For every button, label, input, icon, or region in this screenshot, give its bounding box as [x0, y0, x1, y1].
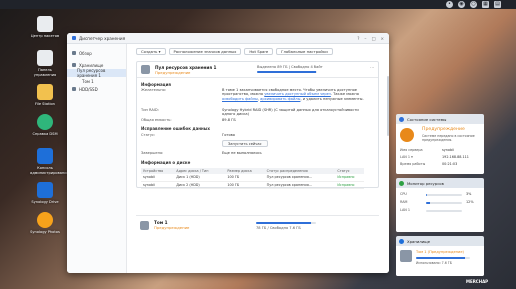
desktop-icon-drive[interactable]: Synology Drive: [30, 182, 60, 205]
desktop-icon-control-panel[interactable]: Панель управления: [30, 50, 60, 77]
storage-pool-card: Пул ресурсов хранения 1 Предупреждение В…: [136, 61, 379, 189]
volume-status: Предупреждение: [154, 225, 190, 230]
close-button[interactable]: ×: [380, 36, 384, 41]
desktop-icon-file-station[interactable]: File Station: [30, 84, 60, 107]
volume-icon: [400, 250, 412, 262]
desktop-icon-photos[interactable]: Synology Photos: [30, 212, 60, 235]
expand-link[interactable]: увеличить доступный объем через: [264, 92, 331, 96]
drive-icon: [37, 182, 53, 198]
volume-card[interactable]: Том 1 Предупреждение 78 ГБ / Свободно 7.…: [136, 215, 379, 234]
desktop-icon-package-center[interactable]: Центр пакетов: [30, 16, 60, 39]
free-files-link[interactable]: освободить файлы: [222, 97, 258, 101]
sidebar-item-storage-pool[interactable]: Пул ресурсов хранения 1: [67, 68, 126, 78]
table-row[interactable]: synobii Диск 2 (HDD) 100 ГБ Пул ресурсов…: [141, 181, 364, 189]
disk-section-title: Информация о диске: [141, 160, 191, 165]
repair-section-title: Исправление ошибок данных: [141, 126, 210, 131]
capacity-label: Общая емкость:: [141, 118, 172, 122]
window-title: Диспетчер хранения: [79, 35, 126, 41]
storage-manager-window: Диспетчер хранения ? – □ × Обзор Хранили…: [67, 33, 389, 273]
create-button[interactable]: Создать ▾: [136, 47, 166, 55]
capacity-value: 89.8 ГБ: [222, 118, 236, 122]
desktop-icon-help[interactable]: Справка DSM: [30, 114, 60, 137]
lan-bar: [426, 210, 462, 212]
hot-spare-button[interactable]: Hot Spare: [244, 47, 274, 55]
system-widget-title: Состояние системы: [407, 116, 447, 122]
folder-icon: [37, 84, 53, 100]
raid-label: Тип RAID:: [141, 108, 159, 112]
overview-icon: [72, 51, 76, 55]
storage-icon: [72, 63, 76, 67]
maximize-button[interactable]: □: [372, 36, 376, 41]
scrollbar[interactable]: [387, 76, 389, 136]
global-settings-button[interactable]: Глобальные настройки: [276, 47, 333, 55]
raid-value: Synology Hybrid RAID (SHR) (С защитой да…: [222, 108, 359, 117]
main-content: Создать ▾ Расположение значков данных Ho…: [128, 44, 389, 273]
sidebar-item-hdd[interactable]: HDD/SSD: [67, 85, 126, 93]
window-titlebar[interactable]: Диспетчер хранения ? – □ ×: [67, 33, 389, 44]
widgets-icon[interactable]: ▤: [494, 1, 501, 8]
desktop-icon-console[interactable]: Консоль администрирования: [30, 148, 69, 175]
status-value: Готово: [222, 133, 235, 137]
pool-status: Предупреждение: [155, 70, 191, 75]
chat-icon[interactable]: •: [446, 1, 453, 8]
cpu-bar: [426, 194, 462, 196]
control-panel-icon: [37, 50, 53, 66]
recommend-label: Желательно:: [141, 88, 167, 92]
status-label: Статус:: [141, 133, 156, 137]
storage-widget-title: Хранилище: [407, 238, 431, 244]
console-icon: [37, 148, 53, 164]
ram-bar: [426, 202, 462, 204]
volume-icon: [140, 220, 149, 230]
taskbar: • ◉ ○ ▦ ▤: [0, 0, 516, 9]
info-section-title: Информация: [141, 82, 171, 87]
grid-icon[interactable]: ▦: [482, 1, 489, 8]
help-icon: [37, 114, 53, 130]
toolbar: Создать ▾ Расположение значков данных Ho…: [128, 44, 389, 58]
table-row[interactable]: synobii Диск 1 (HDD) 100 ГБ Пул ресурсов…: [141, 174, 364, 182]
archive-files-link[interactable]: архивировать файлы: [260, 97, 300, 101]
resource-monitor-widget: Монитор ресурсов CPU 3% RAM 12% LAN 1: [396, 178, 484, 232]
storage-widget-bar: [416, 257, 470, 259]
resource-widget-title: Монитор ресурсов: [407, 180, 444, 186]
storage-widget-volume: Том 1 (Предупреждение): [416, 250, 464, 254]
sidebar-item-volume[interactable]: Том 1: [67, 77, 126, 85]
storage-widget: Хранилище Том 1 (Предупреждение) Использ…: [396, 236, 484, 276]
storage-widget-used: Использовано: 7.6 ГБ: [416, 261, 452, 265]
volume-used-text: 78 ГБ / Свободно 7.6 ГБ: [256, 226, 301, 230]
system-headline: Предупреждение: [422, 127, 465, 132]
more-icon[interactable]: ⋯: [370, 65, 374, 70]
completed-value: Еще не выполнялось: [222, 151, 262, 155]
watermark: MERCHAP: [466, 279, 489, 284]
run-now-button[interactable]: Запустить сейчас: [222, 140, 268, 147]
system-icon: [399, 116, 404, 122]
storage-widget-icon: [399, 238, 404, 244]
warning-icon: [400, 128, 414, 142]
pool-header[interactable]: Пул ресурсов хранения 1 Предупреждение В…: [137, 62, 378, 78]
storage-pool-icon: [141, 65, 150, 74]
drive-layout-button[interactable]: Расположение значков данных: [168, 47, 242, 55]
recommend-text: В томе 1 заканчивается свободное место. …: [222, 88, 364, 101]
search-icon[interactable]: ○: [470, 1, 477, 8]
monitor-icon: [399, 180, 404, 186]
package-center-icon: [37, 16, 53, 32]
help-button[interactable]: ?: [357, 36, 359, 41]
sidebar: Обзор Хранилище Пул ресурсов хранения 1 …: [67, 44, 127, 273]
pool-usage-bar: [257, 71, 317, 73]
system-status-widget: Состояние системы Предупреждение Системе…: [396, 114, 484, 174]
sidebar-item-overview[interactable]: Обзор: [67, 49, 126, 57]
completed-label: Завершено:: [141, 151, 164, 155]
minimize-button[interactable]: –: [364, 36, 366, 41]
photos-icon: [37, 212, 53, 228]
user-icon[interactable]: ◉: [458, 1, 465, 8]
pool-used-text: Выделено 89 ГБ | Свободно 4 байт: [257, 65, 323, 69]
system-subtext: Системе передано в состояние предупрежде…: [422, 134, 475, 142]
disk-table: Устройство Адрес диска / Тип Размер диск…: [141, 168, 364, 189]
volume-usage-bar: [256, 222, 316, 224]
storage-app-icon: [72, 36, 76, 40]
hdd-icon: [72, 87, 76, 91]
